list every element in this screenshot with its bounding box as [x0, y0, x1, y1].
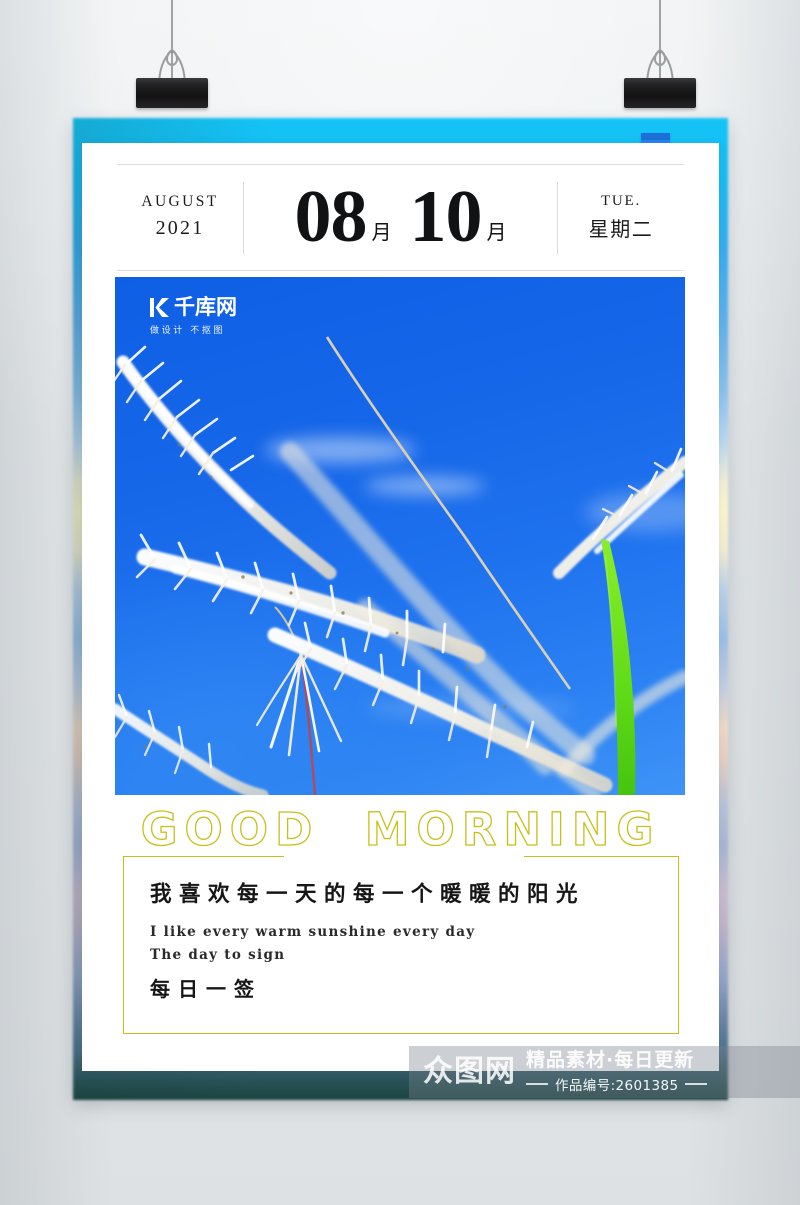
month-number: 08	[294, 176, 368, 259]
day-unit-label: 月	[486, 220, 507, 245]
good-morning-title: GOOD MORNING	[140, 802, 661, 856]
day-number: 10	[409, 176, 483, 259]
site-watermark-content: 众图网 精品素材·每日更新 作品编号:2601385	[409, 1046, 800, 1098]
site-watermark-bar: 众图网 精品素材·每日更新 作品编号:2601385	[409, 1046, 800, 1098]
photo-watermark-tagline: 做设计 不抠图	[150, 326, 226, 336]
site-watermark-text-block: 精品素材·每日更新 作品编号:2601385	[526, 1049, 708, 1094]
date-row: AUGUST 2021 08 月 10 月 TUE. 星期二	[117, 165, 684, 270]
month-name: AUGUST	[141, 193, 219, 211]
poster-card: AUGUST 2021 08 月 10 月 TUE. 星期二 千库网 做设计 不…	[82, 143, 719, 1071]
photo-watermark-brand-row: 千库网	[150, 297, 237, 318]
weekday-en: TUE.	[600, 193, 642, 210]
site-watermark-tagline: 精品素材·每日更新	[526, 1049, 695, 1072]
weekday-cn: 星期二	[588, 216, 654, 241]
quote-content: 我喜欢每一天的每一个暖暖的阳光 I like every warm sunshi…	[150, 882, 662, 1002]
binder-clip-body	[136, 78, 208, 108]
header-rule-bottom	[117, 270, 684, 271]
poster-scene: AUGUST 2021 08 月 10 月 TUE. 星期二 千库网 做设计 不…	[0, 0, 800, 1205]
site-watermark-code-row: 作品编号:2601385	[526, 1074, 708, 1094]
month-unit-label: 月	[371, 220, 392, 245]
month-year-block: AUGUST 2021	[117, 192, 243, 243]
hanging-clip-right	[616, 0, 704, 115]
dash-left-icon	[526, 1083, 548, 1085]
photo-watermark: 千库网 做设计 不抠图	[150, 297, 237, 336]
site-watermark-logo: 众图网	[423, 1054, 516, 1089]
quote-box: 我喜欢每一天的每一个暖暖的阳光 I like every warm sunshi…	[123, 855, 679, 1034]
reed-grass-illustration	[115, 336, 685, 795]
photo-reeds-sky: 千库网 做设计 不抠图	[115, 277, 685, 795]
binder-clip-body	[624, 78, 696, 108]
quote-english-line-1: I like every warm sunshine every day	[150, 923, 476, 940]
site-watermark-code: 作品编号:2601385	[555, 1077, 679, 1094]
qianku-logo-icon	[150, 297, 170, 318]
weekday-block: TUE. 星期二	[558, 190, 684, 245]
date-header: AUGUST 2021 08 月 10 月 TUE. 星期二	[117, 164, 684, 271]
quote-english-line-2: The day to sign	[150, 947, 286, 964]
quote-chinese-sub: 每日一签	[150, 976, 262, 1001]
quote-chinese-main: 我喜欢每一天的每一个暖暖的阳光	[150, 882, 586, 907]
quote-box-top-gap	[284, 855, 524, 860]
hanging-clip-left	[128, 0, 216, 115]
dash-right-icon	[685, 1083, 708, 1085]
big-date-block: 08 月 10 月	[244, 176, 557, 259]
year-value: 2021	[155, 216, 205, 239]
photo-watermark-brand: 千库网	[174, 295, 237, 319]
